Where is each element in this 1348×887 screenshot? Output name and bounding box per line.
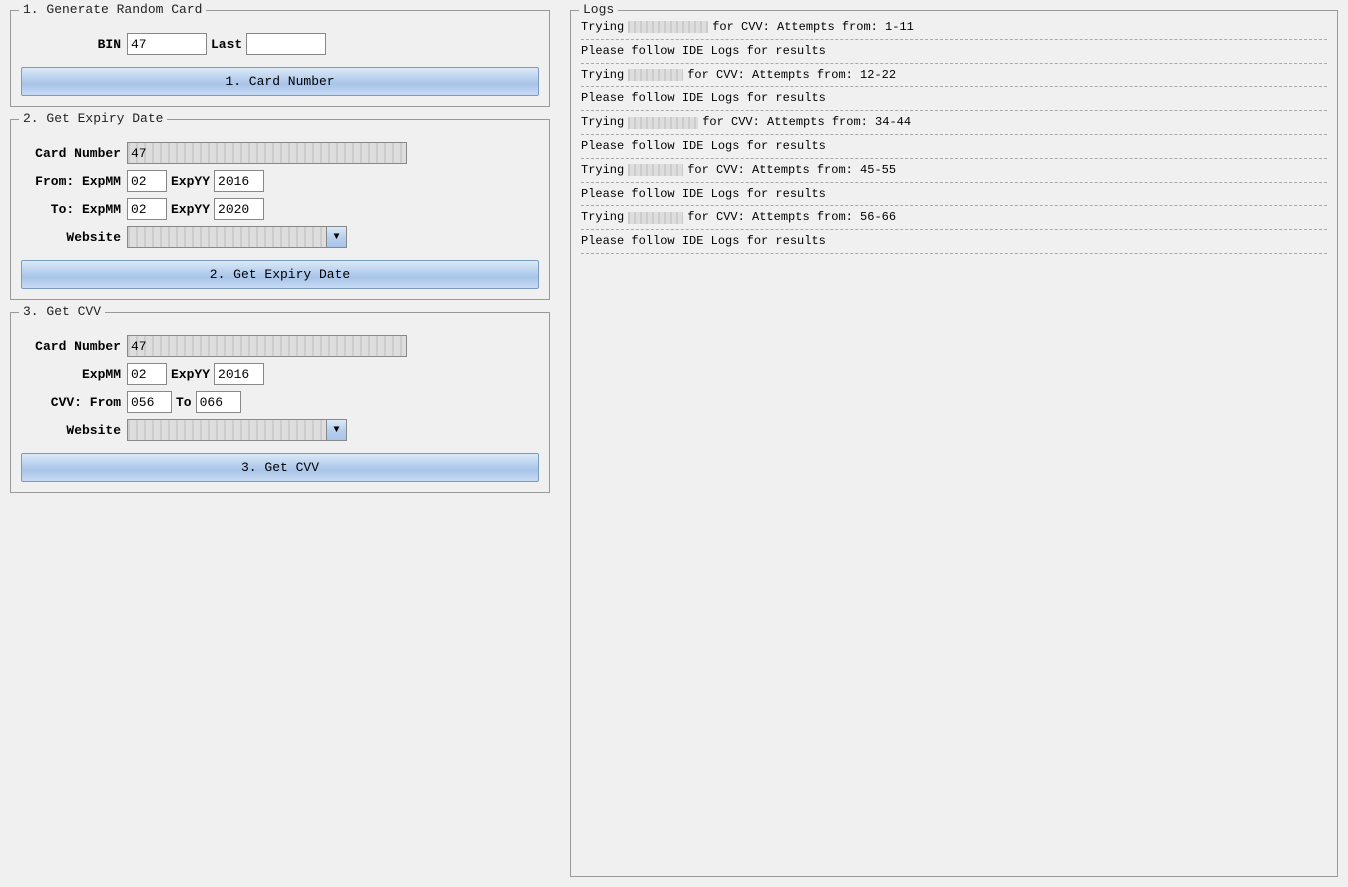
log-line-10: Please follow IDE Logs for results [581,233,1327,250]
last-label: Last [211,37,242,52]
section2-to-mm-input[interactable] [127,198,167,220]
section3-expmm-label: ExpMM [21,367,121,382]
log-sep-7 [581,182,1327,183]
right-panel: Logs Trying for CVV: Attempts from: 1-11… [560,0,1348,887]
section2-website-input[interactable] [127,226,327,248]
log-line-3: Trying for CVV: Attempts from: 12-22 [581,67,1327,84]
section3-group: 3. Get CVV Card Number ExpMM ExpYY CVV: … [10,312,550,493]
log-text-5a: Trying [581,114,624,131]
section3-legend: 3. Get CVV [19,304,105,319]
log-line-2: Please follow IDE Logs for results [581,43,1327,60]
log-line-4: Please follow IDE Logs for results [581,90,1327,107]
log-text-7b: for CVV: Attempts from: 45-55 [687,162,896,179]
log-entry-3: Trying for CVV: Attempts from: 12-22 [581,67,1327,84]
log-sep-1 [581,39,1327,40]
section2-to-label: To: ExpMM [21,202,121,217]
log-sep-9 [581,229,1327,230]
last-input[interactable] [246,33,326,55]
log-sep-10 [581,253,1327,254]
log-line-8: Please follow IDE Logs for results [581,186,1327,203]
section3-cvv-from-input[interactable] [127,391,172,413]
log-text-4: Please follow IDE Logs for results [581,90,826,107]
log-sep-3 [581,86,1327,87]
logs-legend: Logs [579,2,618,17]
log-sep-5 [581,134,1327,135]
log-line-6: Please follow IDE Logs for results [581,138,1327,155]
section3-website-dropdown-arrow[interactable]: ▼ [327,419,347,441]
log-entry-7: Trying for CVV: Attempts from: 45-55 [581,162,1327,179]
log-text-1a: Trying [581,19,624,36]
log-text-2: Please follow IDE Logs for results [581,43,826,60]
section3-expyy-input[interactable] [214,363,264,385]
section2-from-mm-input[interactable] [127,170,167,192]
get-expiry-date-button[interactable]: 2. Get Expiry Date [21,260,539,289]
log-masked-1 [628,21,708,33]
section2-website-dropdown-arrow[interactable]: ▼ [327,226,347,248]
section3-card-input[interactable] [127,335,407,357]
log-text-7a: Trying [581,162,624,179]
log-entry-5: Trying for CVV: Attempts from: 34-44 [581,114,1327,131]
section2-to-yy-label: ExpYY [171,202,210,217]
section2-to-yy-input[interactable] [214,198,264,220]
section1-legend: 1. Generate Random Card [19,2,206,17]
log-text-6: Please follow IDE Logs for results [581,138,826,155]
log-entry-10: Please follow IDE Logs for results [581,233,1327,250]
bin-label: BIN [21,37,121,52]
section2-from-yy-input[interactable] [214,170,264,192]
log-text-8: Please follow IDE Logs for results [581,186,826,203]
section2-card-label: Card Number [21,146,121,161]
log-line-1: Trying for CVV: Attempts from: 1-11 [581,19,1327,36]
section3-cvv-to-label: To [176,395,192,410]
log-text-9a: Trying [581,209,624,226]
log-sep-6 [581,158,1327,159]
log-entry-9: Trying for CVV: Attempts from: 56-66 [581,209,1327,226]
log-text-9b: for CVV: Attempts from: 56-66 [687,209,896,226]
section2-website-wrapper: ▼ [127,226,347,248]
section3-website-label: Website [21,423,121,438]
log-masked-5 [628,117,698,129]
section3-card-label: Card Number [21,339,121,354]
get-cvv-button[interactable]: 3. Get CVV [21,453,539,482]
log-entry-8: Please follow IDE Logs for results [581,186,1327,203]
log-sep-2 [581,63,1327,64]
log-text-3b: for CVV: Attempts from: 12-22 [687,67,896,84]
section2-card-input[interactable] [127,142,407,164]
section2-group: 2. Get Expiry Date Card Number From: Exp… [10,119,550,300]
log-entry-6: Please follow IDE Logs for results [581,138,1327,155]
section2-legend: 2. Get Expiry Date [19,111,167,126]
log-sep-4 [581,110,1327,111]
section3-website-input[interactable] [127,419,327,441]
section2-from-yy-label: ExpYY [171,174,210,189]
log-sep-8 [581,205,1327,206]
log-text-5b: for CVV: Attempts from: 34-44 [702,114,911,131]
log-text-1b: for CVV: Attempts from: 1-11 [712,19,914,36]
bin-input[interactable] [127,33,207,55]
log-text-3a: Trying [581,67,624,84]
log-entry-2: Please follow IDE Logs for results [581,43,1327,60]
log-line-5: Trying for CVV: Attempts from: 34-44 [581,114,1327,131]
log-masked-9 [628,212,683,224]
log-entry-4: Please follow IDE Logs for results [581,90,1327,107]
section3-expmm-input[interactable] [127,363,167,385]
log-masked-3 [628,69,683,81]
log-text-10: Please follow IDE Logs for results [581,233,826,250]
section2-website-label: Website [21,230,121,245]
log-line-9: Trying for CVV: Attempts from: 56-66 [581,209,1327,226]
log-entry-1: Trying for CVV: Attempts from: 1-11 [581,19,1327,36]
logs-section: Logs Trying for CVV: Attempts from: 1-11… [570,10,1338,877]
section2-from-label: From: ExpMM [21,174,121,189]
left-panel: 1. Generate Random Card BIN Last 1. Card… [0,0,560,887]
section3-cvv-to-input[interactable] [196,391,241,413]
section3-website-wrapper: ▼ [127,419,347,441]
section1-group: 1. Generate Random Card BIN Last 1. Card… [10,10,550,107]
section3-expyy-label: ExpYY [171,367,210,382]
log-line-7: Trying for CVV: Attempts from: 45-55 [581,162,1327,179]
generate-card-button[interactable]: 1. Card Number [21,67,539,96]
section3-cvv-from-label: CVV: From [21,395,121,410]
log-masked-7 [628,164,683,176]
